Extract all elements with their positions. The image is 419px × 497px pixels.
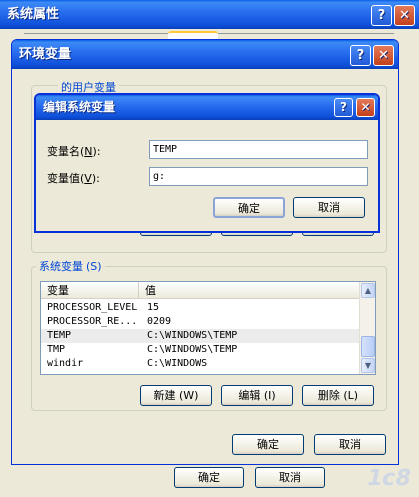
table-row[interactable]: TMP C:\WINDOWS\TEMP bbox=[41, 343, 361, 357]
table-row[interactable]: windir C:\WINDOWS bbox=[41, 357, 361, 371]
table-row-selected[interactable]: TEMP C:\WINDOWS\TEMP bbox=[41, 329, 361, 343]
list-scrollbar[interactable]: ▲ ▼ bbox=[359, 282, 375, 374]
column-header-value[interactable]: 值 bbox=[139, 282, 361, 299]
new-button[interactable]: 新建 (W) bbox=[140, 385, 212, 406]
variable-name-label: 变量名(N): bbox=[47, 145, 101, 158]
env-ok-button[interactable]: 确定 bbox=[232, 434, 304, 455]
tab-selected[interactable] bbox=[168, 31, 218, 39]
column-header-variable[interactable]: 变量 bbox=[41, 282, 139, 299]
edit-system-variable-dialog: 编辑系统变量 ? ✕ 变量名(N): TEMP 变量值(V): g: 确定 取消 bbox=[34, 93, 380, 233]
edit-button[interactable]: 编辑 (I) bbox=[221, 385, 293, 406]
help-icon[interactable]: ? bbox=[350, 45, 371, 66]
watermark-logo: 1c8 bbox=[364, 466, 414, 491]
system-cancel-button[interactable]: 取消 bbox=[255, 467, 325, 488]
system-variables-label: 系统变量 (S) bbox=[36, 258, 105, 274]
edit-cancel-button[interactable]: 取消 bbox=[293, 197, 365, 218]
close-icon[interactable]: ✕ bbox=[394, 5, 415, 26]
help-icon[interactable]: ? bbox=[371, 5, 392, 26]
env-title: 环境变量 bbox=[19, 47, 72, 62]
variable-value-label: 变量值(V): bbox=[47, 172, 100, 185]
edit-titlebar[interactable]: 编辑系统变量 ? ✕ bbox=[36, 95, 378, 120]
system-properties-title: 系统属性 bbox=[7, 7, 60, 22]
env-titlebar[interactable]: 环境变量 ? ✕ bbox=[12, 40, 398, 69]
scroll-thumb[interactable] bbox=[361, 336, 375, 357]
system-ok-button[interactable]: 确定 bbox=[174, 467, 244, 488]
table-row[interactable]: PROCESSOR_LEVEL 15 bbox=[41, 301, 361, 315]
edit-title: 编辑系统变量 bbox=[43, 100, 116, 114]
scroll-up-icon[interactable]: ▲ bbox=[361, 283, 375, 298]
help-icon[interactable]: ? bbox=[334, 98, 353, 117]
delete-button[interactable]: 删除 (L) bbox=[302, 385, 374, 406]
variable-value-input[interactable]: g: bbox=[149, 167, 368, 186]
list-header: 变量 值 bbox=[41, 282, 375, 299]
close-icon[interactable]: ✕ bbox=[373, 45, 394, 66]
edit-ok-button[interactable]: 确定 bbox=[213, 197, 285, 218]
table-row[interactable]: PROCESSOR_RE... 0209 bbox=[41, 315, 361, 329]
system-properties-titlebar[interactable]: 系统属性 ? ✕ bbox=[0, 0, 419, 29]
close-icon[interactable]: ✕ bbox=[356, 98, 375, 117]
env-cancel-button[interactable]: 取消 bbox=[314, 434, 386, 455]
variable-name-input[interactable]: TEMP bbox=[149, 140, 368, 159]
scroll-down-icon[interactable]: ▼ bbox=[361, 358, 375, 373]
system-variables-list[interactable]: 变量 值 PROCESSOR_LEVEL 15 PROCESSOR_RE... … bbox=[40, 281, 376, 375]
